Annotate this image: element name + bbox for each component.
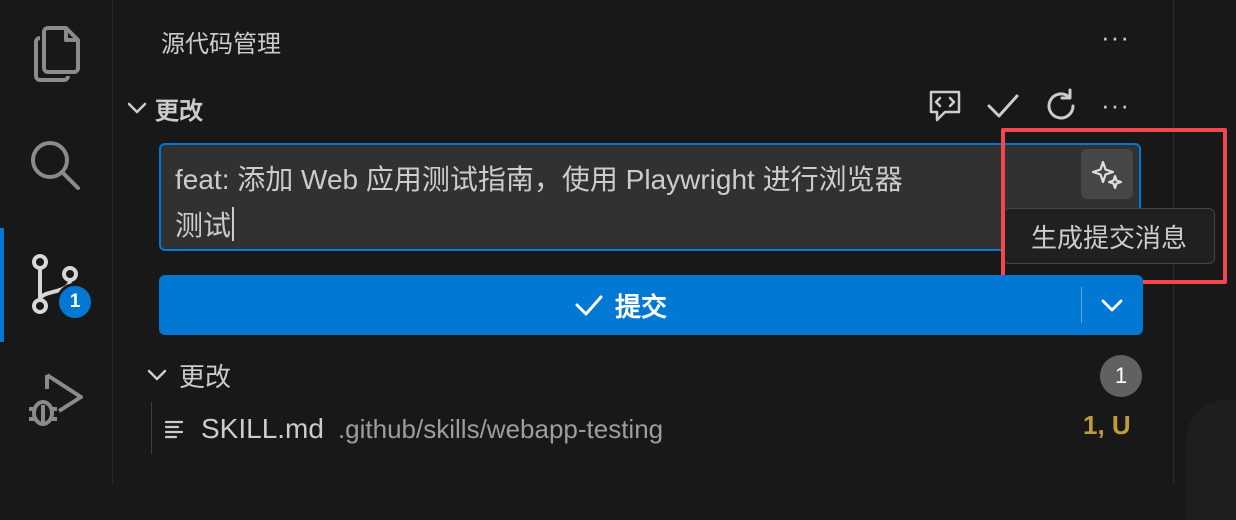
commit-button[interactable]: 提交 [159, 275, 1081, 335]
changes-group-label: 更改 [179, 361, 232, 392]
commit-message-input[interactable]: feat: 添加 Web 应用测试指南，使用 Playwright 进行浏览器 … [159, 143, 1141, 251]
chevron-down-icon [147, 369, 167, 381]
commit-check-button[interactable] [983, 86, 1023, 126]
changes-group-header[interactable]: 更改 [145, 354, 231, 396]
files-icon [34, 26, 80, 82]
run-debug-icon [29, 373, 83, 426]
changes-section-header[interactable]: 更改 [125, 88, 203, 128]
editor-edge [1186, 400, 1236, 520]
check-icon [987, 94, 1019, 118]
text-caret [232, 207, 235, 241]
section-more-button[interactable]: ··· [1101, 92, 1130, 118]
file-lines-icon [164, 420, 184, 439]
run-debug-button[interactable] [0, 350, 112, 450]
chat-button[interactable] [925, 86, 965, 126]
refresh-icon [1047, 88, 1075, 120]
panel-more-button[interactable]: ··· [1101, 24, 1130, 50]
highlight-box [1001, 128, 1227, 284]
changes-count-badge: 1 [1100, 355, 1142, 397]
file-status: 1, U [1083, 410, 1131, 440]
file-name: SKILL.md [201, 413, 324, 444]
chevron-down-icon [1101, 299, 1123, 312]
explorer-button[interactable] [0, 4, 112, 104]
check-icon [575, 295, 603, 316]
file-row[interactable]: SKILL.md .github/skills/webapp-testing [163, 406, 663, 452]
source-control-badge: 1 [56, 283, 94, 321]
chevron-down-icon [127, 102, 147, 114]
search-button[interactable] [0, 116, 112, 216]
commit-button-group: 提交 [159, 275, 1143, 335]
commit-button-label: 提交 [614, 291, 667, 322]
commit-message-text[interactable]: feat: 添加 Web 应用测试指南，使用 Playwright 进行浏览器 … [175, 157, 1005, 249]
commit-message-value: feat: 添加 Web 应用测试指南，使用 Playwright 进行浏览器 … [175, 164, 903, 241]
file-path: .github/skills/webapp-testing [337, 413, 664, 444]
refresh-button[interactable] [1041, 86, 1081, 126]
panel-title: 源代码管理 [161, 31, 281, 58]
commit-dropdown-button[interactable] [1082, 275, 1142, 335]
source-control-panel: 源代码管理 ··· 更改 ··· feat: 添加 Web 应用测试指南，使用 … [113, 0, 1227, 484]
tree-indent-guide [151, 402, 152, 454]
activity-bar: 1 [0, 0, 113, 484]
source-control-button[interactable] [0, 234, 112, 334]
chat-icon [929, 90, 961, 122]
search-icon [31, 141, 80, 190]
section-label: 更改 [155, 97, 203, 125]
